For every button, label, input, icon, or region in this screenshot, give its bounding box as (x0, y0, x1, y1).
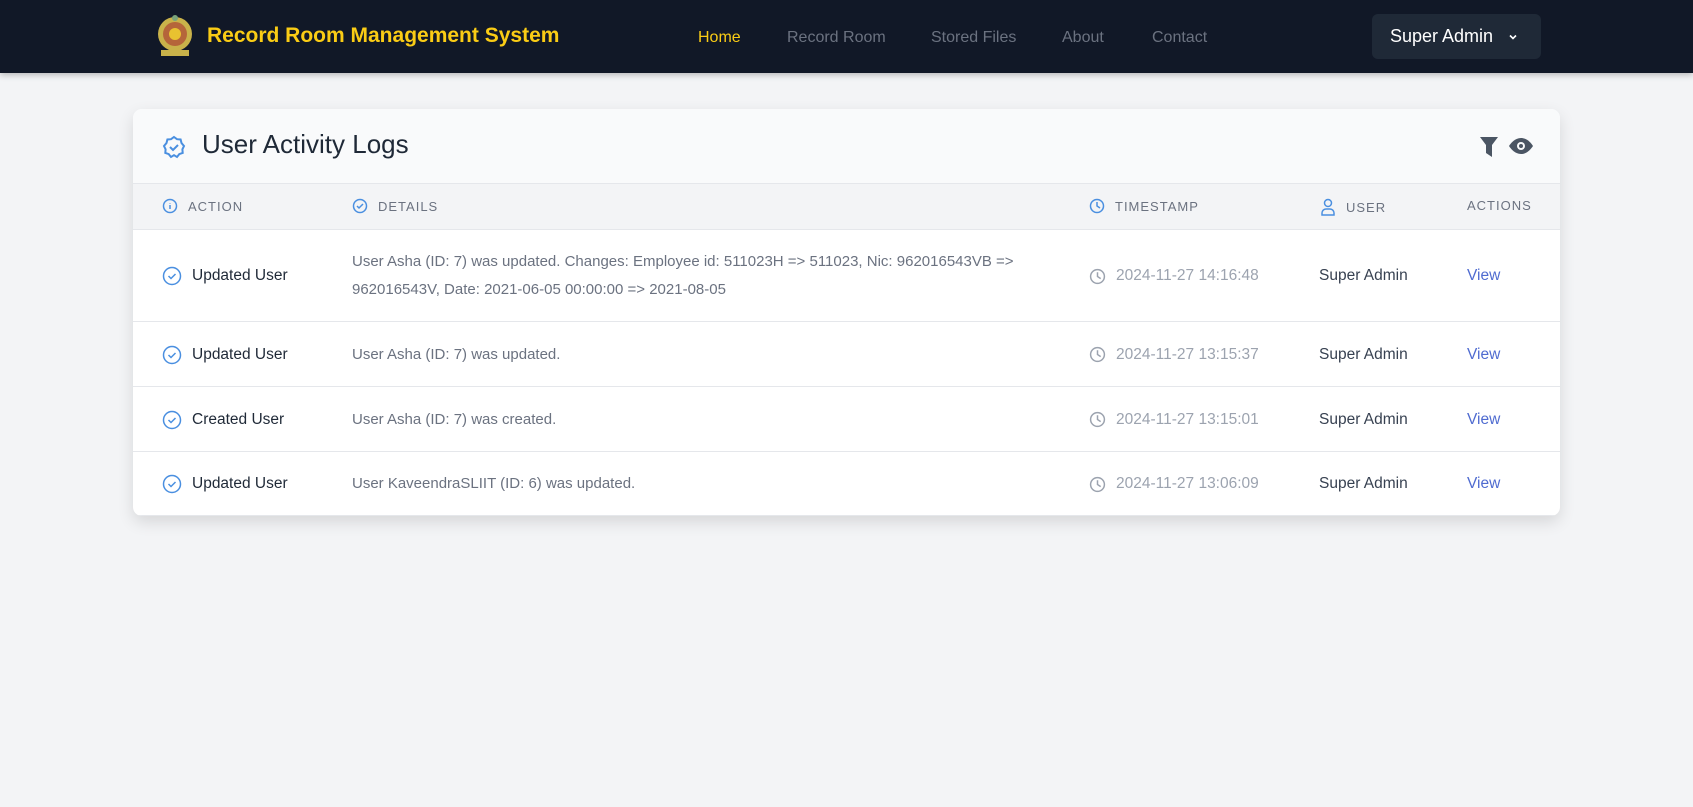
view-link[interactable]: View (1467, 473, 1500, 495)
user-menu-dropdown[interactable]: Super Admin (1372, 14, 1541, 59)
badge-check-icon (162, 135, 186, 159)
action-label: Updated User (192, 475, 288, 492)
emblem-logo (158, 15, 192, 56)
info-icon (162, 198, 178, 214)
timestamp: 2024-11-27 13:06:09 (1116, 475, 1259, 492)
table-row: Updated User User KaveendraSLIIT (ID: 6)… (133, 452, 1560, 516)
action-label: Updated User (192, 345, 288, 363)
check-circle-icon (162, 266, 182, 286)
nav-stored-files[interactable]: Stored Files (931, 29, 1016, 47)
user-name: Super Admin (1319, 267, 1408, 284)
check-circle-icon (162, 474, 182, 494)
timestamp: 2024-11-27 13:15:01 (1116, 410, 1259, 428)
col-actions: ACTIONS (1467, 198, 1532, 213)
col-timestamp: TIMESTAMP (1115, 198, 1199, 214)
col-details: DETAILS (378, 198, 439, 214)
details-text: User Asha (ID: 7) was created. (352, 410, 557, 428)
table-row: Updated User User Asha (ID: 7) was updat… (133, 230, 1560, 322)
view-link[interactable]: View (1467, 344, 1500, 366)
timestamp: 2024-11-27 14:16:48 (1116, 267, 1259, 284)
chevron-down-icon (1509, 34, 1517, 40)
col-user: USER (1346, 199, 1387, 215)
table-row: Updated User User Asha (ID: 7) was updat… (133, 322, 1560, 387)
details-text: User KaveendraSLIIT (ID: 6) was updated. (352, 475, 636, 492)
user-menu-label: Super Admin (1390, 26, 1494, 46)
clock-icon (1089, 268, 1106, 284)
user-icon (1321, 198, 1335, 216)
timestamp: 2024-11-27 13:15:37 (1116, 345, 1259, 363)
activity-logs-card: User Activity Logs ACTION DETAILS TIMEST… (133, 109, 1560, 516)
clock-icon (1089, 476, 1106, 492)
user-name: Super Admin (1319, 345, 1408, 363)
nav-contact[interactable]: Contact (1152, 29, 1207, 47)
nav-record-room[interactable]: Record Room (787, 29, 886, 47)
card-header: User Activity Logs (133, 109, 1560, 184)
view-link[interactable]: View (1467, 409, 1500, 431)
table-header: ACTION DETAILS TIMESTAMP USER ACTIONS (133, 184, 1560, 230)
check-circle-icon (162, 345, 182, 364)
clock-icon (1089, 346, 1106, 363)
check-circle-icon (352, 198, 368, 214)
user-name: Super Admin (1319, 410, 1408, 428)
action-label: Updated User (192, 267, 288, 284)
check-circle-icon (162, 410, 182, 429)
navbar: Record Room Management System Home Recor… (0, 0, 1693, 73)
filter-icon[interactable] (1480, 137, 1498, 157)
user-name: Super Admin (1319, 475, 1408, 492)
table-row: Created User User Asha (ID: 7) was creat… (133, 387, 1560, 452)
action-label: Created User (192, 410, 285, 428)
col-action: ACTION (188, 198, 244, 214)
app-title: Record Room Management System (207, 24, 560, 47)
page-title: User Activity Logs (202, 129, 409, 159)
clock-icon (1089, 411, 1106, 428)
details-text: User Asha (ID: 7) was updated. Changes: … (352, 253, 1014, 298)
nav-about[interactable]: About (1062, 29, 1104, 47)
details-text: User Asha (ID: 7) was updated. (352, 345, 561, 363)
clock-icon (1089, 198, 1105, 214)
nav-home[interactable]: Home (698, 29, 741, 47)
eye-icon[interactable] (1509, 138, 1533, 154)
view-link[interactable]: View (1467, 265, 1500, 287)
